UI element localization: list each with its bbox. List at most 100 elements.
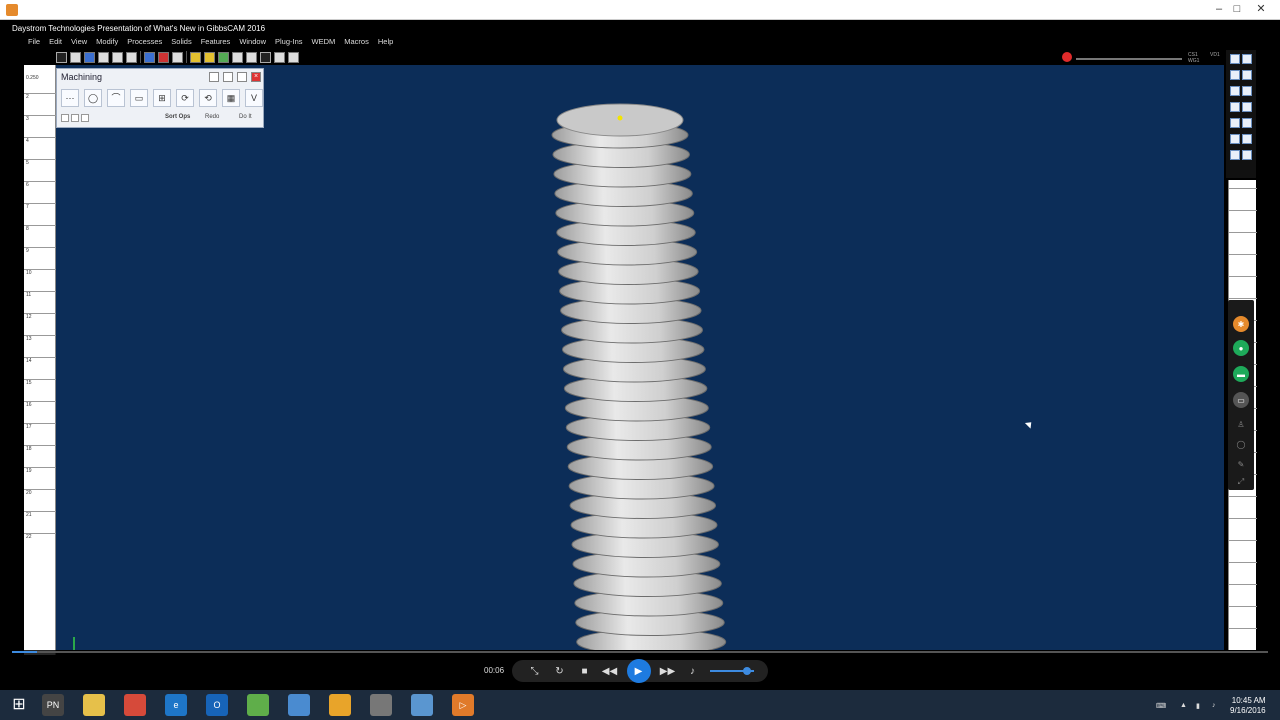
stop-icon[interactable]: ■	[577, 666, 593, 677]
fit-screen-icon[interactable]: ⤡	[527, 666, 543, 677]
start-button[interactable]: ⊞	[8, 694, 30, 716]
volume-tray-icon[interactable]: ♪	[1212, 702, 1222, 710]
rough-tool-icon[interactable]: ⟳	[176, 89, 194, 107]
menu-file[interactable]: File	[28, 36, 40, 48]
calculator-icon[interactable]	[288, 694, 310, 716]
outlook-icon[interactable]: O	[206, 694, 228, 716]
volume-knob[interactable]	[742, 667, 751, 675]
pn-icon[interactable]: PN	[42, 694, 64, 716]
panel-float-icon[interactable]	[209, 72, 219, 82]
do-it-button[interactable]: Do It	[239, 114, 252, 120]
process-icon[interactable]	[71, 114, 79, 122]
stop-icon[interactable]	[1062, 52, 1072, 62]
grid-tool-icon[interactable]	[126, 51, 137, 63]
pen-icon[interactable]: ✎	[1233, 456, 1249, 472]
verify-tool-icon[interactable]: V	[245, 89, 263, 107]
gibbscam-icon[interactable]	[247, 694, 269, 716]
help-tool-icon[interactable]	[288, 51, 299, 63]
close-button[interactable]: ✕	[1252, 2, 1270, 16]
contour-tool-icon[interactable]: ◯	[84, 89, 102, 107]
menu-edit[interactable]: Edit	[49, 36, 62, 48]
camera-icon[interactable]: ▭	[1233, 392, 1249, 408]
redo-button[interactable]: Redo	[205, 114, 219, 120]
tree-icon[interactable]	[1230, 150, 1240, 160]
recorder-icon[interactable]: ▷	[452, 694, 474, 716]
view-cube-icon[interactable]	[1242, 102, 1252, 112]
play-button[interactable]: ▶	[626, 659, 651, 683]
sort-ops-button[interactable]: Sort Ops	[165, 114, 190, 120]
rhino-icon[interactable]	[329, 694, 351, 716]
shape-tool-icon[interactable]	[144, 51, 155, 63]
resize-icon[interactable]: ⤢	[1233, 474, 1249, 490]
fast-forward-icon[interactable]: ▶▶	[660, 666, 676, 677]
pointer-tool-icon[interactable]	[246, 51, 257, 63]
box-tool-icon[interactable]	[98, 51, 109, 63]
layers-icon[interactable]	[1242, 54, 1252, 64]
drill-tool-icon[interactable]: ⋯	[61, 89, 79, 107]
menu-solids[interactable]: Solids	[171, 36, 191, 48]
panel-minimize-icon[interactable]	[237, 72, 247, 82]
stock-tool-icon[interactable]: ▦	[222, 89, 240, 107]
replay-icon[interactable]: ↻	[552, 666, 568, 677]
video-progress-track[interactable]	[12, 651, 1268, 653]
palette-icon[interactable]	[1242, 70, 1252, 80]
select-tool-icon[interactable]	[56, 51, 67, 63]
menu-processes[interactable]: Processes	[127, 36, 162, 48]
tray-up-icon[interactable]: ▲	[1180, 702, 1190, 710]
menu-macros[interactable]: Macros	[344, 36, 369, 48]
arc-icon[interactable]	[1242, 86, 1252, 96]
render-tool-icon[interactable]	[172, 51, 183, 63]
panel-settings-icon[interactable]	[223, 72, 233, 82]
new-doc-icon[interactable]	[1230, 54, 1240, 64]
mirror-icon[interactable]	[411, 694, 433, 716]
expand-icon[interactable]	[81, 114, 89, 122]
fixture-tool-icon[interactable]	[232, 51, 243, 63]
text-tool-icon[interactable]	[70, 51, 81, 63]
folder-icon[interactable]	[83, 694, 105, 716]
book-icon[interactable]	[1230, 134, 1240, 144]
surface-tool-icon[interactable]: ▭	[130, 89, 148, 107]
filter-icon[interactable]	[61, 114, 69, 122]
rewind-icon[interactable]: ◀◀	[602, 666, 618, 677]
menu-window[interactable]: Window	[239, 36, 266, 48]
menu-wedm[interactable]: WEDM	[312, 36, 336, 48]
snagit-icon[interactable]: ✱	[1233, 316, 1249, 332]
minimize-button[interactable]: –	[1210, 2, 1228, 16]
stop-tool-icon[interactable]	[158, 51, 169, 63]
transform-tool-icon[interactable]	[260, 51, 271, 63]
solid-tool-icon[interactable]	[190, 51, 201, 63]
chrome-icon[interactable]	[124, 694, 146, 716]
vectorworks-icon[interactable]	[370, 694, 392, 716]
finish-tool-icon[interactable]: ⟲	[199, 89, 217, 107]
shade-icon[interactable]	[1230, 102, 1240, 112]
solid-icon[interactable]	[1230, 118, 1240, 128]
ie-icon[interactable]: e	[165, 694, 187, 716]
maximize-button[interactable]: □	[1228, 2, 1246, 16]
speed-slider[interactable]	[1076, 58, 1182, 60]
frame-icon[interactable]	[1230, 70, 1240, 80]
users-icon[interactable]: ♙	[1233, 416, 1249, 432]
menu-features[interactable]: Features	[201, 36, 231, 48]
grid-icon[interactable]	[1242, 150, 1252, 160]
sketch-icon[interactable]	[1230, 86, 1240, 96]
microphone-icon[interactable]: ●	[1233, 340, 1249, 356]
stock-tool-icon[interactable]	[204, 51, 215, 63]
panel-close-icon[interactable]: ×	[251, 72, 261, 82]
view-tool-icon[interactable]	[84, 51, 95, 63]
volume-slider[interactable]	[709, 667, 754, 675]
print-tool-icon[interactable]	[274, 51, 285, 63]
keyboard-icon[interactable]: ⌨	[1156, 702, 1166, 710]
layout-icon[interactable]	[1242, 134, 1252, 144]
pocket-tool-icon[interactable]: ⌒	[107, 89, 125, 107]
wire-icon[interactable]	[1242, 118, 1252, 128]
menu-modify[interactable]: Modify	[96, 36, 118, 48]
menu-plugins[interactable]: Plug-Ins	[275, 36, 303, 48]
network-icon[interactable]: ▮	[1196, 702, 1206, 710]
volume-icon[interactable]: ♪	[685, 666, 701, 677]
thread-tool-icon[interactable]: ⊞	[153, 89, 171, 107]
cube-tool-icon[interactable]	[112, 51, 123, 63]
layer-tool-icon[interactable]	[218, 51, 229, 63]
menu-view[interactable]: View	[71, 36, 87, 48]
shape-icon[interactable]: ◯	[1233, 436, 1249, 452]
screen-capture-icon[interactable]: ▬	[1233, 366, 1249, 382]
